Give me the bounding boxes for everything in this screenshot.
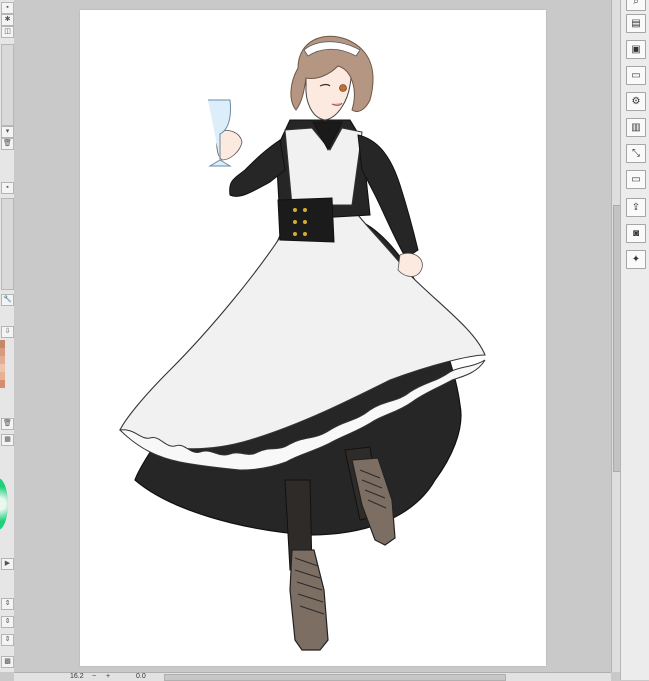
trash-icon[interactable]: 🗑	[1, 138, 14, 150]
color-wheel[interactable]	[0, 478, 8, 530]
brush-size-scrollbar[interactable]	[1, 198, 14, 290]
layer-icon[interactable]: ◫	[1, 26, 14, 38]
color-swatch[interactable]	[0, 380, 5, 388]
button	[293, 208, 297, 212]
color-swatch[interactable]	[0, 356, 5, 364]
settings-icon[interactable]: ✱	[1, 14, 14, 26]
folder-icon[interactable]: ▭	[626, 66, 646, 85]
right-hand	[397, 252, 423, 277]
panel-toggle-icon[interactable]: ▪	[1, 2, 14, 14]
right-command-panel: ⌕ ▤ ▣ ▭ ⚙ ▥ ⤡ ▭ ⇪ ◙ ✦	[620, 0, 649, 680]
boot	[289, 549, 329, 651]
wrench-icon[interactable]: 🔧	[1, 294, 14, 306]
layers-icon[interactable]: ▥	[626, 118, 646, 137]
color-swatch[interactable]	[0, 372, 5, 380]
left-tool-panel: ▪ ✱ ◫ ▾ 🗑 ▪ 🔧 ⇩ 🗑 ▦ ▶ ⇕ ⇕ ⇕ ▩	[0, 0, 15, 672]
folder-icon[interactable]: ▭	[626, 170, 646, 189]
canvas-document[interactable]	[80, 10, 546, 666]
maid-illustration	[118, 35, 486, 651]
export-icon[interactable]: ⇪	[626, 198, 646, 217]
figure-icon[interactable]: ✦	[626, 250, 646, 269]
gear-icon[interactable]: ⚙	[626, 92, 646, 111]
play-icon[interactable]: ▶	[1, 558, 14, 570]
trash-icon[interactable]: 🗑	[1, 418, 14, 430]
camera-icon[interactable]: ◙	[626, 224, 646, 243]
download-icon[interactable]: ⇩	[1, 326, 14, 338]
left-hand	[216, 130, 243, 161]
canvas-area[interactable]	[14, 0, 611, 672]
chevron-up-down-icon[interactable]: ⇕	[1, 616, 14, 628]
checker-icon[interactable]: ▩	[1, 656, 14, 668]
lock-icon[interactable]: ▪	[1, 182, 14, 194]
table-icon[interactable]: ▤	[626, 14, 646, 33]
chevron-up-down-icon[interactable]: ⇕	[1, 598, 14, 610]
button	[303, 220, 307, 224]
button	[303, 208, 307, 212]
tool-list-scrollbar[interactable]	[1, 44, 14, 126]
button	[293, 232, 297, 236]
search-icon[interactable]: ⌕	[626, 0, 646, 11]
color-swatch[interactable]	[0, 364, 5, 372]
chevron-up-down-icon[interactable]: ⇕	[1, 634, 14, 646]
button	[293, 220, 297, 224]
button	[303, 232, 307, 236]
grid-icon[interactable]: ▦	[1, 434, 14, 446]
transform-icon[interactable]: ⤡	[626, 144, 646, 163]
image-icon[interactable]: ▣	[626, 40, 646, 59]
chevron-down-icon[interactable]: ▾	[1, 126, 14, 138]
color-swatch[interactable]	[0, 348, 5, 356]
open-eye	[339, 84, 347, 92]
color-swatch[interactable]	[0, 340, 5, 348]
